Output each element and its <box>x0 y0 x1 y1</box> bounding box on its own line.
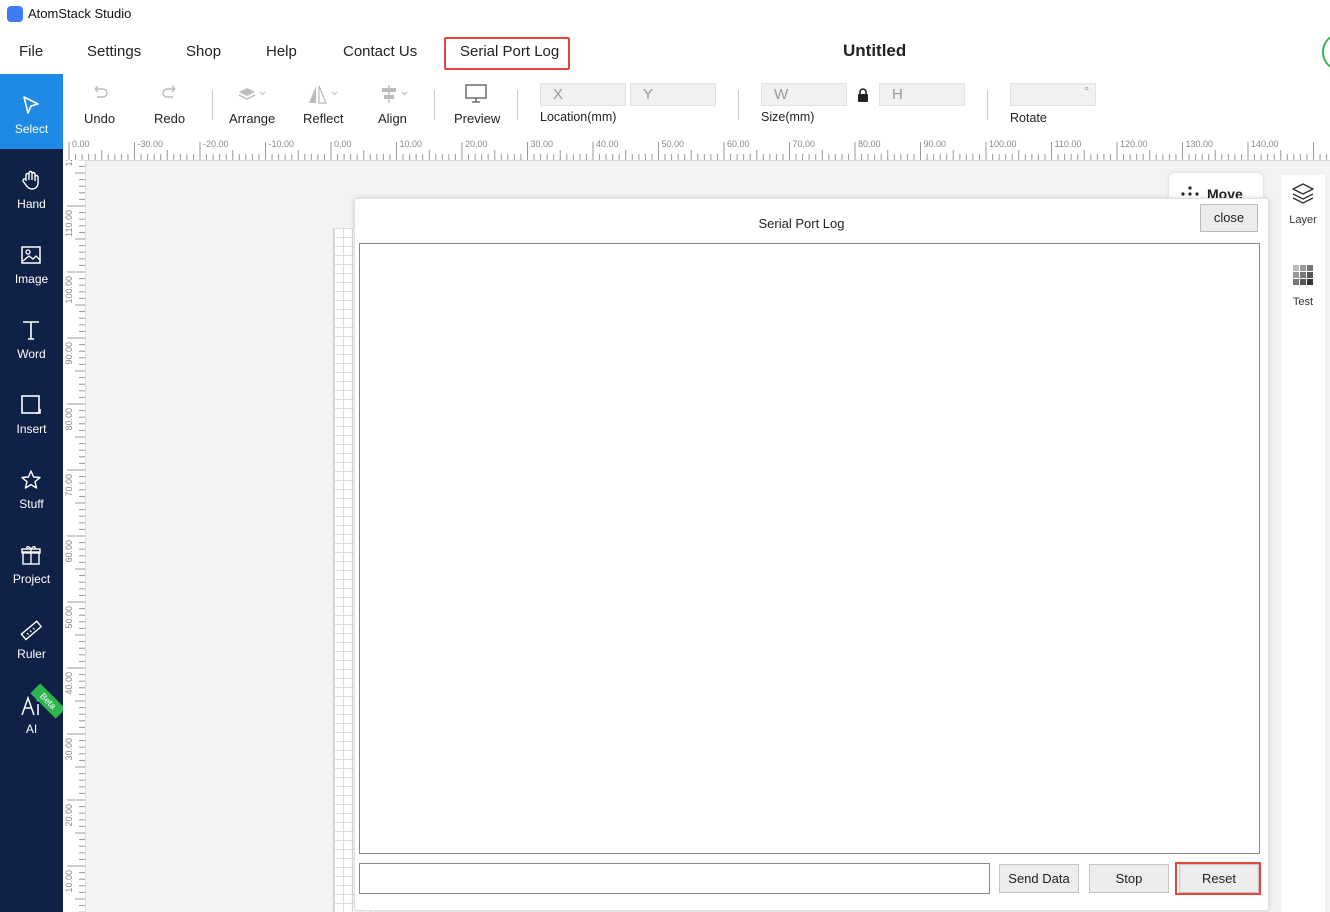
ruler-label: 90.00 <box>924 139 947 149</box>
sidebar-item-ruler[interactable]: Ruler <box>0 599 63 674</box>
ruler-label: 10.00 <box>64 870 74 893</box>
star-icon <box>21 470 41 489</box>
horizontal-ruler-ticks: 0.00 -30.00 -20.00 -10.00 0.00 10.00 20.00 30.0… <box>68 139 1328 160</box>
ruler-label: 30.00 <box>64 738 74 761</box>
ruler-label: 110.00 <box>64 210 74 237</box>
menu-serial-port-log[interactable]: Serial Port Log <box>460 43 559 60</box>
location-label: Location(mm) <box>540 110 617 124</box>
sidebar-item-label: Word <box>17 347 46 361</box>
ruler-label: 50.00 <box>662 139 685 149</box>
dialog-title: Serial Port Log <box>758 216 845 231</box>
serial-command-input[interactable] <box>359 863 990 894</box>
rotate-label: Rotate <box>1010 111 1047 125</box>
gift-icon <box>21 546 41 565</box>
hand-icon <box>22 170 39 190</box>
ruler-label: 140.00 <box>1251 139 1279 149</box>
app-title: AtomStack Studio <box>28 6 132 21</box>
align-icon <box>382 85 408 103</box>
sidebar-item-label: Ruler <box>17 647 46 661</box>
ruler-label: 80.00 <box>64 408 74 431</box>
sidebar-item-label: Hand <box>17 197 46 211</box>
sidebar-item-insert[interactable]: Insert <box>0 374 63 449</box>
menu-help[interactable]: Help <box>266 43 297 60</box>
sidebar-item-label: Insert <box>16 422 47 436</box>
ruler-label: 0.00 <box>334 139 352 149</box>
vertical-ruler: 120.0 110.00 100.00 90.00 80.00 70.00 60.00 50.… <box>63 160 86 912</box>
sidebar-item-hand[interactable]: Hand <box>0 149 63 224</box>
menu-contact-us[interactable]: Contact Us <box>343 43 417 60</box>
ruler-label: 120.0 <box>64 160 74 167</box>
close-button[interactable]: close <box>1200 204 1258 232</box>
ruler-label: 100.00 <box>989 139 1017 149</box>
sidebar-item-label: AI <box>25 722 38 736</box>
ruler-label: 40.00 <box>596 139 619 149</box>
ruler-label: -10.00 <box>269 139 295 149</box>
stop-button[interactable]: Stop <box>1089 864 1169 893</box>
sidebar-item-project[interactable]: Project <box>0 524 63 599</box>
image-icon <box>21 246 41 264</box>
toolbar-divider <box>517 90 518 120</box>
grid-test-icon <box>1293 265 1313 285</box>
size-h-field[interactable]: H <box>879 83 965 106</box>
redo-icon <box>162 85 176 98</box>
menu-settings[interactable]: Settings <box>87 43 141 60</box>
vertical-ruler-ticks: 120.0 110.00 100.00 90.00 80.00 70.00 60.00 50.… <box>64 160 85 912</box>
ruler-label: 20.00 <box>465 139 488 149</box>
monitor-icon <box>465 84 487 103</box>
document-title: Untitled <box>843 41 907 60</box>
ruler-label: 100.00 <box>64 276 74 304</box>
ruler-label: 70.00 <box>793 139 816 149</box>
ruler-label: -30.00 <box>138 139 164 149</box>
arrange-icon <box>238 88 266 100</box>
ruler-label: 60.00 <box>727 139 750 149</box>
lock-icon[interactable] <box>857 88 869 102</box>
undo-icon <box>94 85 108 98</box>
toolbar-divider <box>434 90 435 120</box>
insert-shape-icon <box>21 395 41 414</box>
horizontal-ruler: 0.00 -30.00 -20.00 -10.00 0.00 10.00 20.00 30.0… <box>63 136 1330 161</box>
sidebar-item-select[interactable]: Select <box>0 74 63 149</box>
sidebar-item-label: Project <box>12 572 51 586</box>
size-w-field[interactable]: W <box>761 83 847 106</box>
toolbar-divider <box>212 90 213 120</box>
toolbar-divider <box>738 90 739 120</box>
sidebar-item-label: Select <box>14 122 49 136</box>
ruler-label: 30.00 <box>531 139 554 149</box>
app-logo-icon <box>7 6 23 22</box>
send-data-button[interactable]: Send Data <box>999 864 1079 893</box>
ruler-label: 70.00 <box>64 474 74 497</box>
ruler-label: 50.00 <box>64 606 74 629</box>
ruler-label: 80.00 <box>858 139 881 149</box>
menu-file[interactable]: File <box>19 43 43 60</box>
title-bar <box>0 0 1330 30</box>
ruler-label: -20.00 <box>203 139 229 149</box>
ruler-label: 60.00 <box>64 540 74 563</box>
toolbar-divider <box>987 90 988 120</box>
reset-highlight-box <box>1175 862 1261 895</box>
size-label: Size(mm) <box>761 110 815 124</box>
menu-shop[interactable]: Shop <box>186 43 221 60</box>
ruler-label: 110.00 <box>1055 139 1082 149</box>
ruler-label: 120.00 <box>1120 139 1148 149</box>
ruler-label: 90.00 <box>64 342 74 365</box>
cursor-icon <box>23 96 39 114</box>
ruler-label: 0.00 <box>72 139 90 149</box>
layers-icon <box>1292 183 1314 204</box>
ruler-icon <box>20 620 42 641</box>
sidebar-item-label: Stuff <box>19 497 44 511</box>
ruler-label: 20.00 <box>64 804 74 827</box>
rotate-field[interactable]: ° <box>1010 83 1096 106</box>
location-y-field[interactable]: Y <box>630 83 716 106</box>
sidebar-item-word[interactable]: Word <box>0 299 63 374</box>
sidebar-item-image[interactable]: Image <box>0 224 63 299</box>
ruler-label: 40.00 <box>64 672 74 695</box>
serial-log-output[interactable] <box>359 243 1260 854</box>
location-x-field[interactable]: X <box>540 83 626 106</box>
ruler-label: 10.00 <box>400 139 423 149</box>
reflect-icon <box>309 85 338 104</box>
ruler-label: 130.00 <box>1186 139 1214 149</box>
text-icon <box>23 321 39 340</box>
sidebar-item-stuff[interactable]: Stuff <box>0 449 63 524</box>
sidebar-item-label: Image <box>14 272 49 286</box>
